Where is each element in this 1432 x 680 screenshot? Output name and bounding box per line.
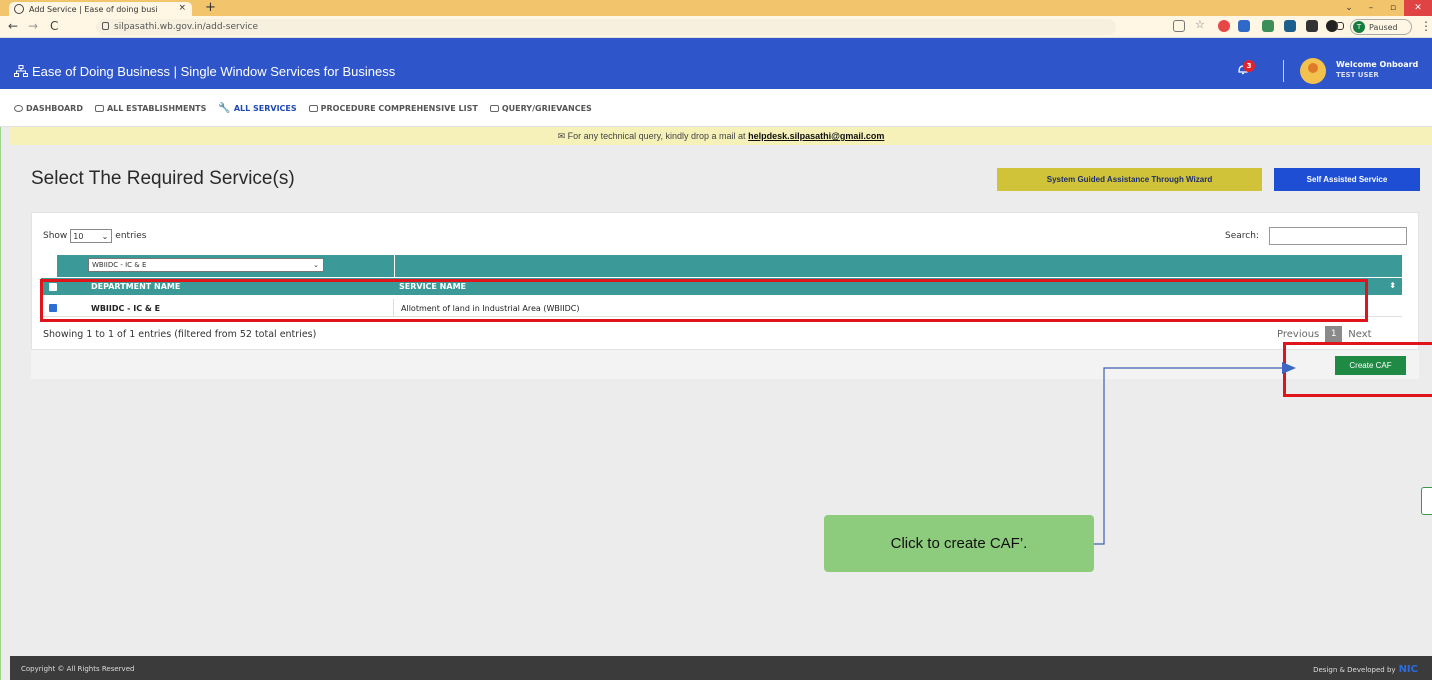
callout-text: Click to create CAF’. [890, 535, 1028, 552]
show-label: Show [43, 231, 68, 241]
tab-title: Add Service | Ease of doing busi [29, 4, 158, 14]
extension-icon[interactable] [1262, 20, 1274, 32]
profile-status: Paused [1369, 22, 1398, 32]
back-icon[interactable]: ← [8, 19, 18, 33]
column-divider [394, 255, 395, 277]
extension-icon[interactable] [1284, 20, 1296, 32]
developer-credit: Design & Developed by NIC [1313, 664, 1418, 675]
menu-item-label: QUERY/GRIEVANCES [501, 104, 592, 113]
notice-text: For any technical query, kindly drop a m… [567, 131, 746, 141]
sidebar-icon[interactable] [1336, 22, 1344, 30]
card-footer [31, 349, 1419, 379]
main-menu: DASHBOARD ALL ESTABLISHMENTS 🔧 ALL SERVI… [14, 103, 592, 114]
menu-item-label: PROCEDURE COMPREHENSIVE LIST [320, 104, 478, 113]
chevron-down-icon: ⌄ [101, 231, 109, 241]
search-label: Search: [1225, 231, 1259, 241]
wrench-icon: 🔧 [218, 103, 231, 114]
menu-item-label: ALL ESTABLISHMENTS [106, 104, 207, 113]
page-footer: Copyright © All Rights Reserved Design &… [10, 656, 1432, 680]
department-filter-select[interactable]: WBIIDC - IC & E ⌄ [88, 258, 324, 272]
tab-close-icon[interactable]: × [178, 3, 186, 13]
menu-item-all-services[interactable]: 🔧 ALL SERVICES [218, 103, 296, 114]
previous-page-button[interactable]: Previous [1277, 329, 1319, 340]
user-avatar[interactable] [1300, 58, 1326, 84]
page-size-value: 10 [73, 231, 84, 241]
list-icon [489, 105, 499, 112]
app-header-top [0, 38, 1432, 56]
create-caf-highlight-box [1283, 342, 1432, 397]
side-widget[interactable] [1421, 487, 1432, 515]
share-icon[interactable] [1173, 20, 1185, 32]
copyright-text: Copyright © All Rights Reserved [21, 665, 135, 673]
notice-banner: ✉ For any technical query, kindly drop a… [10, 127, 1432, 145]
helpdesk-email-link[interactable]: helpdesk.silpasathi@gmail.com [748, 131, 884, 141]
new-tab-button[interactable]: + [205, 0, 216, 15]
pagination: Previous 1 Next [1277, 326, 1372, 342]
next-page-button[interactable]: Next [1348, 329, 1371, 340]
extension-icon[interactable] [1218, 20, 1230, 32]
notification-badge: 3 [1243, 60, 1255, 72]
sort-icon[interactable]: ⬍ [1389, 281, 1396, 290]
star-icon[interactable]: ☆ [1195, 19, 1207, 32]
table-info: Showing 1 to 1 of 1 entries (filtered fr… [43, 329, 317, 340]
filter-value: WBIIDC - IC & E [92, 261, 147, 269]
menu-item-all-establishments[interactable]: ALL ESTABLISHMENTS [94, 103, 207, 114]
row-highlight-box [40, 279, 1368, 322]
profile-button[interactable]: T Paused [1350, 19, 1412, 35]
url-field[interactable]: silpasathi.wb.gov.in/add-service [96, 19, 1116, 35]
chevron-down-icon: ⌄ [313, 261, 319, 269]
search-input[interactable] [1269, 227, 1407, 245]
developer-text: Design & Developed by [1313, 665, 1396, 674]
wizard-assistance-button[interactable]: System Guided Assistance Through Wizard [997, 168, 1262, 191]
user-name: TEST USER [1336, 71, 1379, 79]
globe-icon [14, 4, 24, 14]
close-window-button[interactable]: ✕ [1404, 0, 1432, 16]
org-chart-icon [94, 105, 104, 112]
lock-icon [102, 22, 109, 30]
maximize-button[interactable]: ▫ [1382, 0, 1404, 16]
dashboard-icon [14, 105, 23, 112]
nic-logo[interactable]: NIC [1399, 664, 1418, 675]
header-divider [1283, 60, 1284, 82]
self-assisted-service-button[interactable]: Self Assisted Service [1274, 168, 1420, 191]
list-icon [308, 105, 318, 112]
window-controls: ⌄ – ▫ ✕ [1338, 0, 1432, 16]
menu-item-label: DASHBOARD [26, 104, 83, 113]
mail-icon: ✉ [557, 131, 566, 141]
menu-item-query-grievances[interactable]: QUERY/GRIEVANCES [489, 103, 592, 114]
entries-label: entries [115, 231, 147, 241]
address-bar: ← → C silpasathi.wb.gov.in/add-service ☆… [0, 16, 1432, 38]
page-title: Select The Required Service(s) [31, 168, 295, 189]
browser-menu-icon[interactable]: ⋮ [1420, 19, 1432, 33]
page-size-select[interactable]: 10 ⌄ [70, 229, 113, 243]
callout-box: Click to create CAF’. [824, 515, 1094, 572]
browser-tab[interactable]: Add Service | Ease of doing busi × [9, 2, 192, 16]
tab-search-icon[interactable]: ⌄ [1338, 0, 1360, 16]
menu-item-dashboard[interactable]: DASHBOARD [14, 103, 83, 114]
avatar-icon: T [1353, 21, 1365, 33]
page-number-button[interactable]: 1 [1325, 326, 1343, 342]
user-menu[interactable]: Welcome Onboard TEST USER [1336, 59, 1418, 81]
extension-icon[interactable] [1238, 20, 1250, 32]
reload-icon[interactable]: C [50, 19, 58, 33]
browser-tab-strip: Add Service | Ease of doing busi × + ⌄ –… [0, 0, 1432, 16]
menu-item-procedure-list[interactable]: PROCEDURE COMPREHENSIVE LIST [308, 103, 478, 114]
url-text: silpasathi.wb.gov.in/add-service [114, 22, 259, 32]
page-size-control: Show 10 ⌄ entries [43, 229, 147, 243]
forward-icon[interactable]: → [28, 19, 38, 33]
org-chart-icon [14, 65, 28, 77]
extension-icon[interactable] [1306, 20, 1318, 32]
menu-item-label: ALL SERVICES [233, 104, 297, 113]
app-title-text: Ease of Doing Business | Single Window S… [32, 64, 396, 79]
minimize-button[interactable]: – [1360, 0, 1382, 16]
welcome-text: Welcome Onboard [1336, 60, 1419, 69]
app-title[interactable]: Ease of Doing Business | Single Window S… [14, 64, 395, 79]
